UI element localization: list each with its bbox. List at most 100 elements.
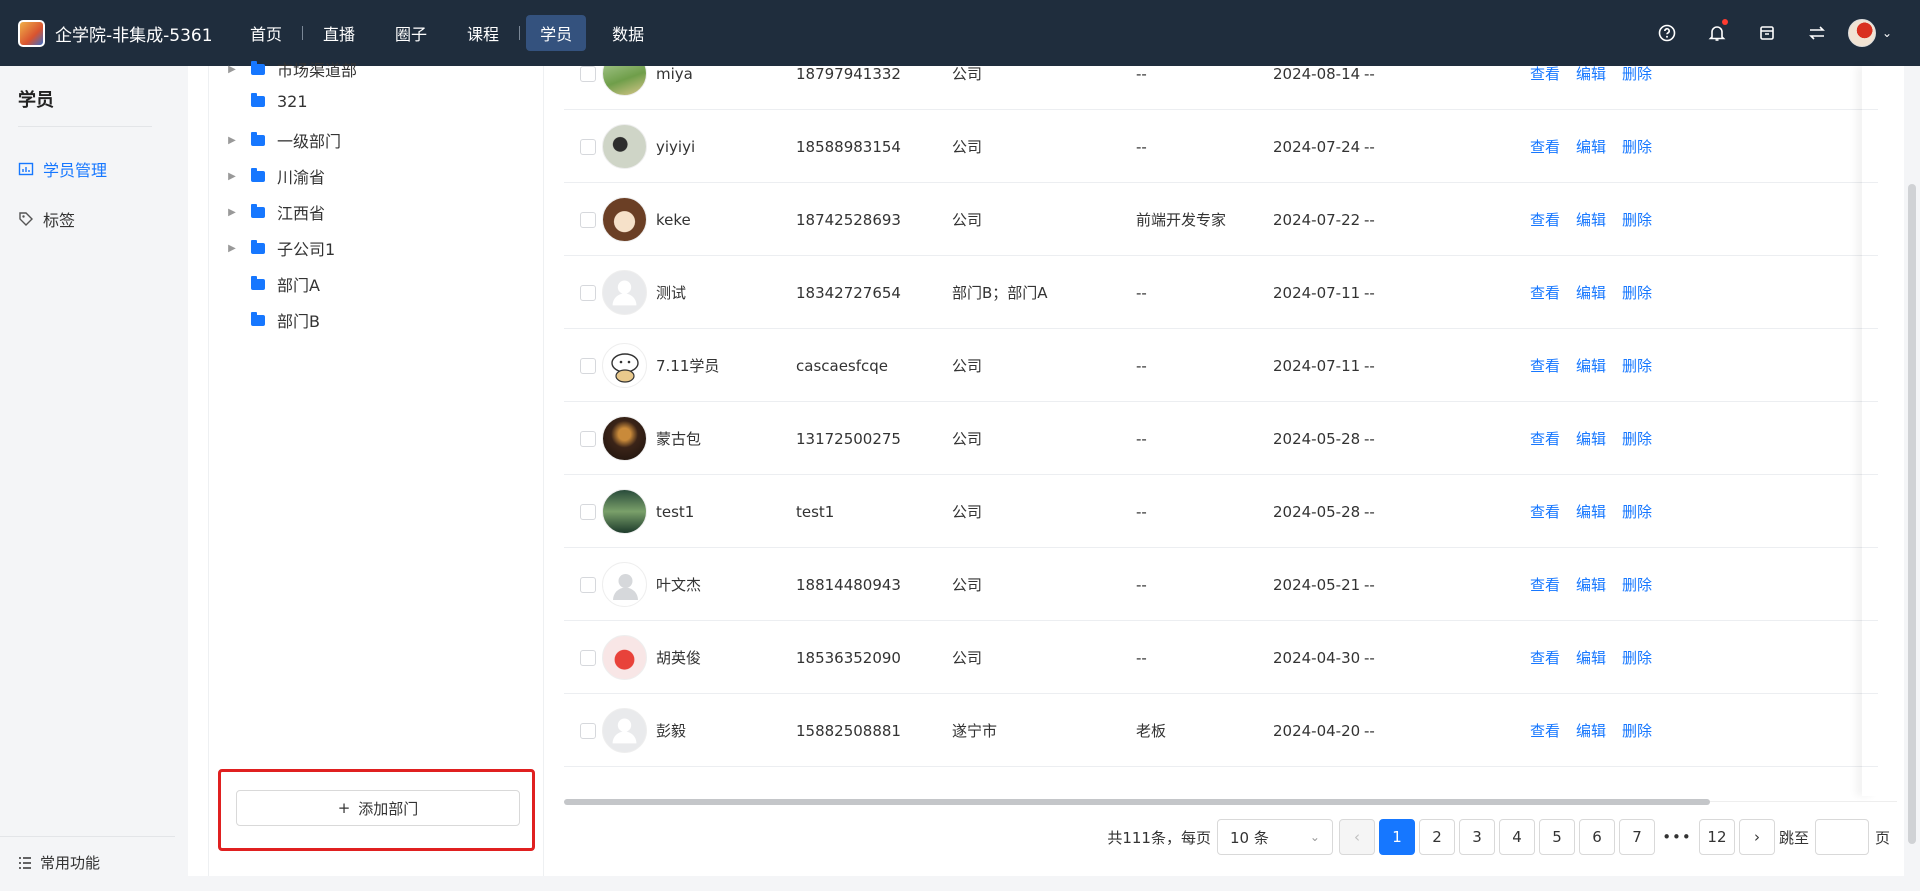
row-checkbox[interactable] — [580, 722, 596, 739]
page-button[interactable]: 3 — [1458, 819, 1495, 855]
tree-node[interactable]: ▶ 321 — [221, 92, 308, 111]
view-button[interactable]: 查看 — [1530, 66, 1560, 84]
view-button[interactable]: 查看 — [1530, 720, 1560, 741]
tree-node[interactable]: ▶ 一级部门 — [221, 128, 341, 152]
delete-button[interactable]: 删除 — [1622, 209, 1652, 230]
edit-button[interactable]: 编辑 — [1576, 282, 1606, 303]
caret-right-icon[interactable]: ▶ — [221, 171, 243, 182]
nav-courses[interactable]: 课程 — [453, 15, 513, 51]
page-button[interactable]: 6 — [1578, 819, 1615, 855]
sidebar-item-student-management[interactable]: 学员管理 — [18, 157, 107, 181]
page-button[interactable]: 5 — [1538, 819, 1575, 855]
tree-node[interactable]: ▶ 市场渠道部 — [221, 57, 357, 81]
page-button[interactable]: 2 — [1418, 819, 1455, 855]
sidebar-item-tags[interactable]: 标签 — [18, 207, 75, 231]
user-menu[interactable]: ⌄ — [1842, 0, 1898, 66]
tree-node[interactable]: ▶ 子公司1 — [221, 236, 335, 260]
bell-icon[interactable] — [1692, 0, 1742, 66]
edit-button[interactable]: 编辑 — [1576, 355, 1606, 376]
row-checkbox[interactable] — [580, 138, 596, 155]
student-name[interactable]: 7.11学员 — [656, 329, 719, 402]
edit-button[interactable]: 编辑 — [1576, 647, 1606, 668]
row-checkbox[interactable] — [580, 211, 596, 228]
tree-node[interactable]: ▶ 川渝省 — [221, 164, 325, 188]
jump-page-input[interactable] — [1814, 819, 1869, 855]
nav-live[interactable]: 直播 — [309, 15, 369, 51]
student-name[interactable]: miya — [656, 66, 693, 110]
student-name[interactable]: 叶文杰 — [656, 548, 701, 621]
student-name[interactable]: 彭毅 — [656, 694, 686, 767]
row-checkbox[interactable] — [580, 649, 596, 666]
store-icon[interactable] — [1742, 0, 1792, 66]
page-button[interactable]: 1 — [1378, 819, 1415, 855]
delete-button[interactable]: 删除 — [1622, 66, 1652, 84]
view-button[interactable]: 查看 — [1530, 647, 1560, 668]
view-button[interactable]: 查看 — [1530, 209, 1560, 230]
delete-button[interactable]: 删除 — [1622, 428, 1652, 449]
add-department-button[interactable]: + 添加部门 — [236, 790, 520, 826]
row-checkbox[interactable] — [580, 357, 596, 374]
caret-right-icon[interactable]: ▶ — [221, 135, 243, 146]
student-name[interactable]: 测试 — [656, 256, 686, 329]
caret-right-icon[interactable]: ▶ — [221, 64, 243, 75]
delete-button[interactable]: 删除 — [1622, 720, 1652, 741]
row-checkbox[interactable] — [580, 430, 596, 447]
edit-button[interactable]: 编辑 — [1576, 136, 1606, 157]
ellipsis[interactable]: ••• — [1659, 828, 1695, 846]
edit-button[interactable]: 编辑 — [1576, 428, 1606, 449]
page-size-select[interactable]: 10 条 ⌄ — [1216, 819, 1333, 855]
page-button[interactable]: 12 — [1698, 819, 1735, 855]
row-actions: 查看 编辑 删除 — [1530, 694, 1668, 767]
delete-button[interactable]: 删除 — [1622, 136, 1652, 157]
folder-icon — [251, 239, 265, 254]
delete-button[interactable]: 删除 — [1622, 355, 1652, 376]
horizontal-scrollbar[interactable] — [564, 797, 1897, 807]
delete-button[interactable]: 删除 — [1622, 647, 1652, 668]
student-name[interactable]: yiyiyi — [656, 110, 695, 183]
delete-button[interactable]: 删除 — [1622, 574, 1652, 595]
edit-button[interactable]: 编辑 — [1576, 209, 1606, 230]
row-checkbox[interactable] — [580, 503, 596, 520]
student-name[interactable]: 胡英俊 — [656, 621, 701, 694]
page-button[interactable]: 4 — [1498, 819, 1535, 855]
row-checkbox[interactable] — [580, 576, 596, 593]
view-button[interactable]: 查看 — [1530, 574, 1560, 595]
view-button[interactable]: 查看 — [1530, 136, 1560, 157]
brand[interactable]: 企学院-非集成-5361 — [0, 19, 230, 47]
student-name[interactable]: keke — [656, 183, 691, 256]
delete-button[interactable]: 删除 — [1622, 282, 1652, 303]
common-functions-button[interactable]: 常用功能 — [18, 852, 100, 873]
tree-node[interactable]: ▶ 江西省 — [221, 200, 325, 224]
switch-icon[interactable] — [1792, 0, 1842, 66]
student-department: 公司 — [952, 211, 983, 229]
prev-page-button[interactable]: ‹ — [1338, 819, 1375, 855]
scrollbar-thumb[interactable] — [1908, 184, 1916, 844]
nav-circle[interactable]: 圈子 — [381, 15, 441, 51]
student-name[interactable]: 蒙古包 — [656, 402, 701, 475]
vertical-scrollbar[interactable] — [1904, 66, 1920, 891]
nav-data[interactable]: 数据 — [598, 15, 658, 51]
edit-button[interactable]: 编辑 — [1576, 66, 1606, 84]
view-button[interactable]: 查看 — [1530, 428, 1560, 449]
scrollbar-thumb[interactable] — [564, 799, 1710, 805]
view-button[interactable]: 查看 — [1530, 282, 1560, 303]
view-button[interactable]: 查看 — [1530, 501, 1560, 522]
page-button[interactable]: 7 — [1618, 819, 1655, 855]
help-icon[interactable] — [1642, 0, 1692, 66]
row-checkbox[interactable] — [580, 66, 596, 82]
nav-home[interactable]: 首页 — [236, 15, 296, 51]
view-button[interactable]: 查看 — [1530, 355, 1560, 376]
edit-button[interactable]: 编辑 — [1576, 720, 1606, 741]
delete-button[interactable]: 删除 — [1622, 501, 1652, 522]
caret-right-icon[interactable]: ▶ — [221, 243, 243, 254]
caret-right-icon[interactable]: ▶ — [221, 207, 243, 218]
nav-students[interactable]: 学员 — [526, 15, 587, 51]
row-checkbox-cell — [580, 110, 596, 183]
edit-button[interactable]: 编辑 — [1576, 501, 1606, 522]
next-page-button[interactable]: › — [1738, 819, 1775, 855]
row-checkbox[interactable] — [580, 284, 596, 301]
tree-node[interactable]: ▶ 部门A — [221, 272, 320, 296]
edit-button[interactable]: 编辑 — [1576, 574, 1606, 595]
tree-node[interactable]: ▶ 部门B — [221, 308, 320, 332]
student-name[interactable]: test1 — [656, 475, 694, 548]
